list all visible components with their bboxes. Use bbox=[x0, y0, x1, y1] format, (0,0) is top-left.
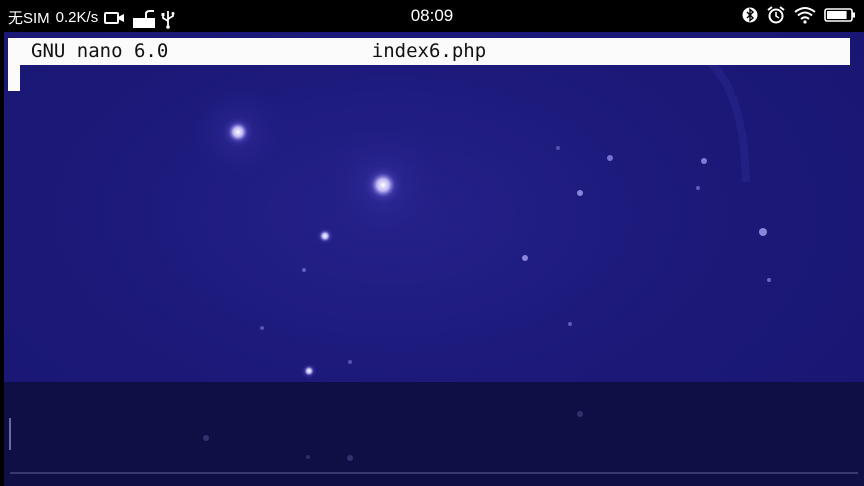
status-bar: 无SIM 0.2K/s 08:09 bbox=[0, 0, 864, 32]
light-orb bbox=[222, 116, 254, 148]
file-name-label: index6.php bbox=[371, 40, 487, 62]
light-orb bbox=[301, 363, 317, 379]
phone-screen: 无SIM 0.2K/s 08:09 GNU nano 6.0 index6.ph… bbox=[0, 0, 864, 486]
terminal-view[interactable]: GNU nano 6.0 index6.php bbox=[4, 32, 864, 486]
nano-title-bar: GNU nano 6.0 index6.php bbox=[8, 38, 850, 65]
terminal-bottom-panel bbox=[4, 382, 864, 486]
bottom-divider bbox=[10, 472, 858, 474]
text-cursor bbox=[8, 65, 20, 91]
clock: 08:09 bbox=[410, 6, 454, 25]
input-cursor bbox=[9, 418, 11, 450]
wifi-icon bbox=[794, 6, 816, 24]
light-orb bbox=[316, 227, 334, 245]
bluetooth-icon bbox=[742, 6, 758, 24]
status-right-group bbox=[742, 6, 856, 24]
alarm-icon bbox=[766, 6, 786, 24]
battery-icon bbox=[824, 6, 856, 24]
light-orb bbox=[363, 165, 403, 205]
